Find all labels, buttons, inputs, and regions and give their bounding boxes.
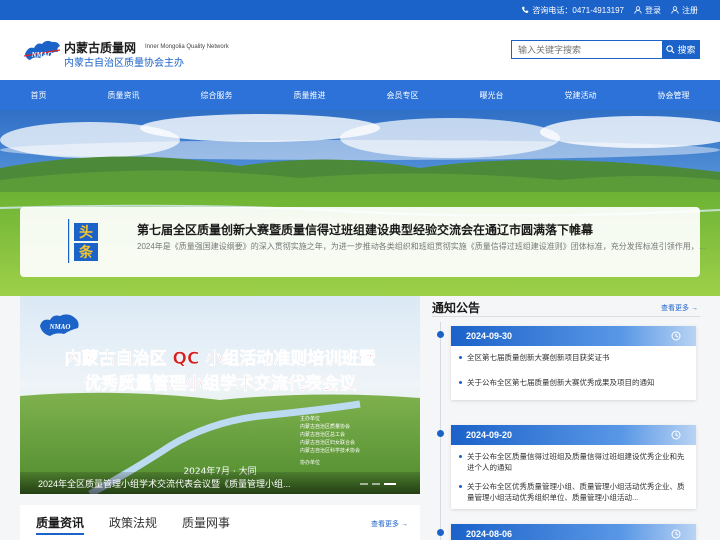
clock-icon [671, 529, 681, 539]
clock-icon [671, 331, 681, 341]
phone-info: 咨询电话：0471-4913197 [521, 5, 624, 16]
logo-text: NMAO [30, 51, 52, 59]
headline-title[interactable]: 第七届全区质量创新大赛暨质量信得过班组建设典型经验交流会在通辽市圆满落下帷幕 [137, 221, 593, 238]
notice-group-header: 2024-09-30 [451, 326, 696, 346]
notice-item[interactable]: 全区第七届质量创新大赛创新项目获奖证书 [459, 352, 688, 363]
notice-group: 2024-08-06 [451, 524, 696, 540]
top-bar: 咨询电话：0471-4913197 登录 注册 [0, 0, 720, 20]
nav-item-home[interactable]: 首页 [27, 90, 51, 101]
login-label: 登录 [645, 5, 661, 15]
nav-item-management[interactable]: 协会管理 [654, 90, 694, 101]
search-box: 搜索 [511, 40, 700, 59]
nav-item-members[interactable]: 会员专区 [383, 90, 423, 101]
site-header: NMAO 内蒙古质量网 Inner Mongolia Quality Netwo… [0, 20, 720, 80]
tab-quality-web[interactable]: 质量网事 [182, 514, 230, 531]
headline-summary: 2024年是《质量强国建设纲要》的深入贯彻实施之年，为进一步推动各类组织和班组贯… [137, 242, 713, 251]
phone-text: 咨询电话：0471-4913197 [532, 5, 624, 15]
feature-organizer-3: 内蒙古自治区妇女联合会 [300, 439, 355, 446]
news-more-link[interactable]: 查看更多 → [371, 519, 408, 529]
search-button-label: 搜索 [677, 45, 696, 55]
slide-dot[interactable] [360, 483, 368, 485]
notice-group-header: 2024-09-20 [451, 425, 696, 445]
slide-dot-active[interactable] [384, 483, 396, 485]
feature-organizer-label: 主办单位 [300, 415, 320, 422]
main-nav: 首页 质量资讯 综合服务 质量推进 会员专区 曝光台 党建活动 协会管理 [0, 80, 720, 110]
feature-caption-text[interactable]: 2024年全区质量管理小组学术交流代表会议暨《质量管理小组... [38, 477, 318, 490]
register-label: 注册 [682, 5, 698, 15]
phone-icon [522, 6, 529, 13]
notice-group-header: 2024-08-06 [451, 524, 696, 540]
headline-badge-char-2: 条 [78, 244, 94, 261]
feature-slide[interactable]: NMAO 内蒙古自治区 QC 小组活动准则培训班暨 优秀质量管理小组学术交流代表… [20, 296, 420, 494]
nav-item-quality-promotion[interactable]: 质量推进 [290, 90, 330, 101]
nav-item-party[interactable]: 党建活动 [561, 90, 601, 101]
site-subtitle: 内蒙古自治区质量协会主办 [64, 58, 184, 69]
user-icon [634, 6, 642, 14]
feature-co-organizer-label: 协办单位 [300, 459, 320, 466]
notice-date: 2024-08-06 [466, 529, 513, 539]
slide-dot[interactable] [372, 483, 380, 485]
tab-policy[interactable]: 政策法规 [109, 514, 157, 531]
feature-organizer-2: 内蒙古自治区总工会 [300, 431, 345, 438]
active-tab-indicator [36, 533, 84, 535]
feature-organizer-1: 内蒙古自治区质量协会 [300, 423, 350, 430]
notice-item[interactable]: 关于公布全区第七届质量创新大赛优秀成果及项目的通知 [459, 377, 688, 388]
feature-image: NMAO 内蒙古自治区 QC 小组活动准则培训班暨 优秀质量管理小组学术交流代表… [20, 296, 420, 494]
login-link[interactable]: 登录 [634, 5, 661, 16]
register-link[interactable]: 注册 [671, 5, 698, 16]
timeline-dot [437, 430, 444, 437]
notice-date: 2024-09-20 [466, 430, 513, 440]
nav-item-quality-news[interactable]: 质量资讯 [104, 90, 144, 101]
nav-item-exposure[interactable]: 曝光台 [476, 90, 508, 101]
notice-more-link[interactable]: 查看更多 → [661, 303, 698, 313]
headline-badge-char-1: 头 [79, 224, 93, 241]
user-icon [671, 6, 679, 14]
feature-line-1: 内蒙古自治区 QC 小组活动准则培训班暨 [65, 348, 376, 369]
timeline-dot [437, 529, 444, 536]
clock-icon [671, 430, 681, 440]
slide-dots [360, 483, 396, 485]
feature-logo-text: NMAO [48, 323, 70, 331]
notice-date: 2024-09-30 [466, 331, 513, 341]
headline-badge: 头 条 [68, 219, 98, 263]
site-logo[interactable]: NMAO [22, 36, 62, 64]
notice-group: 2024-09-20 关于公布全区质量信得过班组及质量信得过班组建设优秀企业和先… [451, 425, 696, 509]
notice-item[interactable]: 关于公布全区质量信得过班组及质量信得过班组建设优秀企业和先进个人的通知 [459, 451, 688, 473]
tab-quality-news[interactable]: 质量资讯 [36, 514, 84, 531]
feature-organizer-4: 内蒙古自治区科学技术协会 [300, 447, 360, 454]
news-tabs-panel: 质量资讯 政策法规 质量网事 查看更多 → [20, 505, 420, 540]
search-button[interactable]: 搜索 [662, 40, 700, 59]
divider [432, 316, 700, 317]
nav-item-services[interactable]: 综合服务 [197, 90, 237, 101]
search-icon [666, 45, 675, 54]
timeline-dot [437, 331, 444, 338]
headline-card[interactable]: 头 条 第七届全区质量创新大赛暨质量信得过班组建设典型经验交流会在通辽市圆满落下… [20, 207, 713, 277]
search-input[interactable] [511, 40, 662, 59]
feature-line-2: 优秀质量管理小组学术交流代表会议 [84, 373, 357, 394]
site-title-en: Inner Mongolia Quality Network [145, 44, 229, 50]
notice-title: 通知公告 [432, 301, 481, 315]
notice-group: 2024-09-30 全区第七届质量创新大赛创新项目获奖证书 关于公布全区第七届… [451, 326, 696, 400]
notice-item[interactable]: 关于公布全区优秀质量管理小组、质量管理小组活动优秀企业、质量管理小组活动优秀组织… [459, 481, 688, 503]
